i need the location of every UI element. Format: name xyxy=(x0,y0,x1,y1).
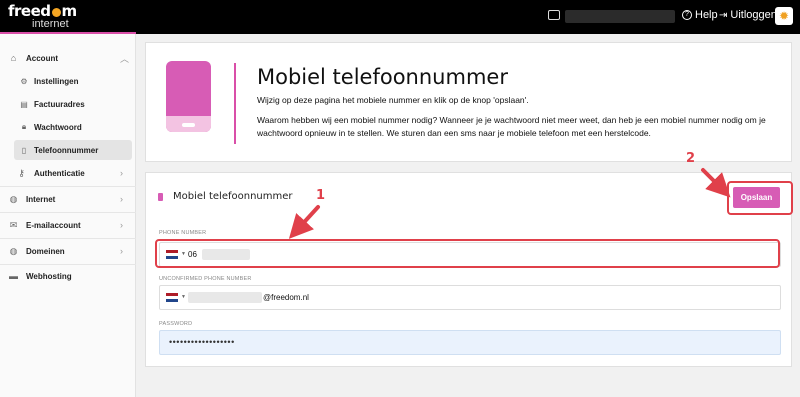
logout-link[interactable]: ⇥ Uitloggen xyxy=(719,9,777,21)
phone-icon: ▯ xyxy=(21,145,27,155)
account-email-redacted xyxy=(565,10,675,23)
unconfirmed-phone-field[interactable]: ▼ @freedom.nl xyxy=(159,285,781,310)
envelope-icon: ✉ xyxy=(9,220,18,230)
sun-icon: ✹ xyxy=(778,9,790,23)
sidebar-item-webhosting[interactable]: ▬ Webhosting xyxy=(0,265,136,287)
dropdown-caret-icon: ▼ xyxy=(181,294,186,300)
sidebar-divider xyxy=(0,238,136,239)
logout-icon: ⇥ xyxy=(719,9,728,21)
globe-icon: ◍ xyxy=(9,246,18,256)
unconfirmed-value-suffix: @freedom.nl xyxy=(263,293,309,302)
sidebar-item-telefoonnummer[interactable]: ▯ Telefoonnummer xyxy=(14,140,132,160)
section-marker-icon xyxy=(158,193,163,201)
key-icon: ⚷ xyxy=(18,168,25,178)
sidebar-item-account[interactable]: ⌂ Account ︿ xyxy=(0,47,136,69)
logo-subtitle: internet xyxy=(32,18,69,30)
annotation-step-2: 2 xyxy=(686,151,696,166)
save-button-highlight xyxy=(727,181,793,215)
chevron-up-icon: ︿ xyxy=(120,53,130,64)
freedom-logo[interactable]: freed m internet xyxy=(8,4,77,30)
address-card-icon: ▤ xyxy=(20,99,28,109)
explanation-text: Waarom hebben wij een mobiel nummer nodi… xyxy=(257,115,766,138)
question-circle-icon: ? xyxy=(682,10,692,20)
home-icon: ⌂ xyxy=(10,53,17,63)
server-icon: ▬ xyxy=(9,271,18,281)
chevron-right-icon: › xyxy=(120,246,123,256)
phone-field-highlight xyxy=(155,239,780,268)
sidebar-divider xyxy=(0,212,136,213)
globe-icon: ◍ xyxy=(9,194,18,204)
form-card: Mobiel telefoonnummer Opslaan PHONE NUMB… xyxy=(145,172,792,367)
chevron-right-icon: › xyxy=(120,220,123,230)
gears-icon: ⚙ xyxy=(20,76,28,86)
sidebar: ⌂ Account ︿ ⚙ Instellingen ▤ Factuuradre… xyxy=(0,34,136,397)
sidebar-item-domeinen[interactable]: ◍ Domeinen › xyxy=(0,240,136,262)
sidebar-item-e-mailaccount[interactable]: ✉ E-mailaccount › xyxy=(0,214,136,236)
phone-number-label: PHONE NUMBER xyxy=(159,230,207,236)
redacted-email-prefix xyxy=(188,292,262,303)
sidebar-item-authenticatie[interactable]: ⚷ Authenticatie › xyxy=(0,162,136,184)
page-title: Mobiel telefoonnummer xyxy=(257,65,508,89)
top-bar: freed m internet ? Help ⇥ Uitloggen ✹ xyxy=(0,0,800,34)
sidebar-item-wachtwoord[interactable]: 🔒︎ Wachtwoord xyxy=(14,117,132,137)
password-value: •••••••••••••••••• xyxy=(169,337,235,347)
info-card: Mobiel telefoonnummer Wijzig op deze pag… xyxy=(145,42,792,162)
sidebar-item-instellingen[interactable]: ⚙ Instellingen xyxy=(14,71,132,91)
avatar[interactable]: ✹ xyxy=(775,7,793,25)
chevron-right-icon: › xyxy=(120,194,123,204)
section-title: Mobiel telefoonnummer xyxy=(173,191,293,202)
password-label: PASSWORD xyxy=(159,321,193,327)
unconfirmed-phone-label: UNCONFIRMED PHONE NUMBER xyxy=(159,276,252,282)
help-link[interactable]: ? Help xyxy=(682,9,718,21)
accent-line xyxy=(234,63,236,144)
inbox-icon[interactable] xyxy=(548,10,560,20)
chevron-right-icon: › xyxy=(120,168,123,178)
sidebar-item-factuuradres[interactable]: ▤ Factuuradres xyxy=(14,94,132,114)
sidebar-item-internet[interactable]: ◍ Internet › xyxy=(0,188,136,210)
password-field[interactable]: •••••••••••••••••• xyxy=(159,330,781,355)
mobile-phone-illustration xyxy=(166,61,211,132)
sidebar-divider xyxy=(0,186,136,187)
intro-text: Wijzig op deze pagina het mobiele nummer… xyxy=(257,95,529,105)
lock-icon: 🔒︎ xyxy=(21,122,27,131)
netherlands-flag-icon[interactable] xyxy=(166,293,178,302)
annotation-step-1: 1 xyxy=(316,188,326,203)
logo-dot-icon xyxy=(51,8,61,17)
